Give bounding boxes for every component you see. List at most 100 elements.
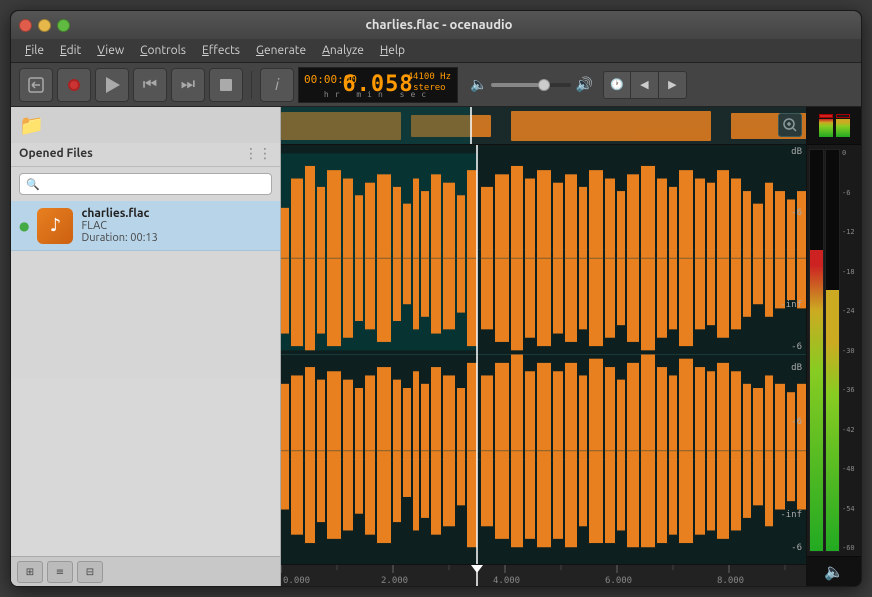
svg-text:6.000: 6.000: [605, 576, 632, 586]
titlebar: charlies.flac - ocenaudio: [11, 11, 861, 39]
db-scale: 0 -6 -12 -18 -24 -30 -36 -42 -48 -54 -60: [841, 149, 859, 552]
volume-high-icon: 🔊: [575, 76, 592, 93]
peak-led-right: [836, 114, 850, 118]
db-48: -48: [842, 465, 858, 473]
svg-text:8.000: 8.000: [717, 576, 744, 586]
file-info: charlies.flac FLAC Duration: 00:13: [81, 207, 272, 244]
stop-button[interactable]: [209, 68, 243, 102]
record-button[interactable]: [57, 68, 91, 102]
waveform-container[interactable]: dB -6 -inf -6 dB -6 -inf -6: [281, 107, 806, 586]
search-box[interactable]: 🔍: [19, 173, 272, 195]
db-label-dB2: dB: [791, 363, 802, 373]
vu-bottom: 🔈: [807, 556, 861, 586]
volume-slider[interactable]: [491, 83, 571, 87]
time-ruler: 0.000 2.000 4.000 6.000 8.000 10.000: [281, 564, 806, 586]
time-unit-label: hr min sec: [299, 90, 457, 99]
time-controls: 🕐 ◀ ▶: [603, 71, 687, 99]
search-icon: 🔍: [26, 178, 40, 191]
file-duration: Duration: 00:13: [81, 232, 272, 244]
db-label-minus6-1: -6: [791, 208, 802, 218]
db-24: -24: [842, 307, 858, 315]
vu-mini-bar-left: [819, 119, 833, 137]
menu-generate[interactable]: Generate: [248, 42, 314, 59]
db-label-inf-1: -inf: [780, 300, 802, 310]
volume-control: 🔈 🔊: [470, 76, 593, 93]
file-item[interactable]: ● ♪ charlies.flac FLAC Duration: 00:13: [11, 201, 280, 251]
menubar: File Edit View Controls Effects Generate…: [11, 39, 861, 63]
menu-effects[interactable]: Effects: [194, 42, 248, 59]
vu-mini-bar-right: [836, 119, 850, 137]
file-active-indicator: ●: [19, 219, 29, 233]
db-36: -36: [842, 386, 858, 394]
rewind-button[interactable]: ⏮: [133, 68, 167, 102]
folder-icon: 📁: [19, 113, 44, 137]
overview-waveform-svg: [281, 107, 806, 145]
vu-main: 0 -6 -12 -18 -24 -30 -36 -42 -48 -54 -60: [807, 145, 861, 556]
db-label-minus6-3: -6: [791, 417, 802, 427]
view-grid-button[interactable]: ⊞: [17, 561, 43, 583]
next-marker-button[interactable]: ▶: [659, 71, 687, 99]
db-54: -54: [842, 505, 858, 513]
main-content: 📁 Opened Files ⋮⋮ 🔍 ● ♪ charlies.flac FL…: [11, 107, 861, 586]
svg-text:2.000: 2.000: [381, 576, 408, 586]
time-ruler-svg: 0.000 2.000 4.000 6.000 8.000 10.000: [281, 565, 806, 587]
sidebar-bottom: ⊞ ≡ ⊟: [11, 556, 280, 586]
db-60: -60: [842, 544, 858, 552]
loop-button[interactable]: [19, 68, 53, 102]
sidebar-title-row: Opened Files ⋮⋮: [11, 143, 280, 167]
menu-controls[interactable]: Controls: [132, 42, 194, 59]
main-waveform-svg: [281, 145, 806, 564]
prev-marker-button[interactable]: ◀: [631, 71, 659, 99]
svg-text:4.000: 4.000: [493, 576, 520, 586]
sidebar-header: 📁: [11, 107, 280, 143]
menu-analyze[interactable]: Analyze: [314, 42, 372, 59]
peak-led-left: [819, 114, 833, 118]
info-button[interactable]: i: [260, 68, 294, 102]
vu-meters: 0 -6 -12 -18 -24 -30 -36 -42 -48 -54 -60: [806, 107, 861, 586]
waveform-overview[interactable]: [281, 107, 806, 145]
db-0: 0: [842, 149, 858, 157]
file-type: FLAC: [81, 220, 272, 232]
volume-low-icon: 🔈: [470, 76, 487, 93]
close-button[interactable]: [19, 19, 32, 32]
db-30: -30: [842, 347, 858, 355]
sidebar-empty-area: [11, 379, 280, 557]
db-label-minus6-2: -6: [791, 342, 802, 352]
file-thumbnail: ♪: [37, 208, 73, 244]
menu-help[interactable]: Help: [372, 42, 413, 59]
sidebar-title: Opened Files: [19, 147, 93, 160]
play-button[interactable]: [95, 68, 129, 102]
db-18: -18: [842, 268, 858, 276]
vu-fill-right: [826, 290, 839, 551]
main-window: charlies.flac - ocenaudio File Edit View…: [10, 10, 862, 587]
vu-bar-right: [825, 149, 840, 552]
db-label-inf-2: -inf: [780, 510, 802, 520]
toolbar-separator: [251, 71, 252, 99]
fast-forward-button[interactable]: ⏭: [171, 68, 205, 102]
db-12: -12: [842, 228, 858, 236]
menu-view[interactable]: View: [89, 42, 132, 59]
db-6: -6: [842, 189, 858, 197]
view-list-button[interactable]: ≡: [47, 561, 73, 583]
time-mode-button[interactable]: 🕐: [603, 71, 631, 99]
search-input[interactable]: [44, 177, 265, 191]
vu-fill-left: [810, 250, 823, 551]
toolbar: ⏮ ⏭ i 00:00:00 6.058 44100 Hz stereo hr …: [11, 63, 861, 107]
db-label-top: dB: [791, 147, 802, 157]
menu-edit[interactable]: Edit: [52, 42, 89, 59]
db-42: -42: [842, 426, 858, 434]
zoom-in-button[interactable]: [778, 113, 802, 137]
view-detail-button[interactable]: ⊟: [77, 561, 103, 583]
file-list: ● ♪ charlies.flac FLAC Duration: 00:13: [11, 201, 280, 379]
waveform-main[interactable]: dB -6 -inf -6 dB -6 -inf -6: [281, 145, 806, 564]
db-label-minus6-4: -6: [791, 543, 802, 553]
minimize-button[interactable]: [38, 19, 51, 32]
file-name: charlies.flac: [81, 207, 272, 220]
menu-file[interactable]: File: [17, 42, 52, 59]
sidebar-grip-icon: ⋮⋮: [244, 145, 272, 162]
vu-bar-left: [809, 149, 824, 552]
svg-text:0.000: 0.000: [283, 576, 310, 586]
window-title: charlies.flac - ocenaudio: [80, 18, 798, 32]
window-buttons: [19, 19, 70, 32]
maximize-button[interactable]: [57, 19, 70, 32]
